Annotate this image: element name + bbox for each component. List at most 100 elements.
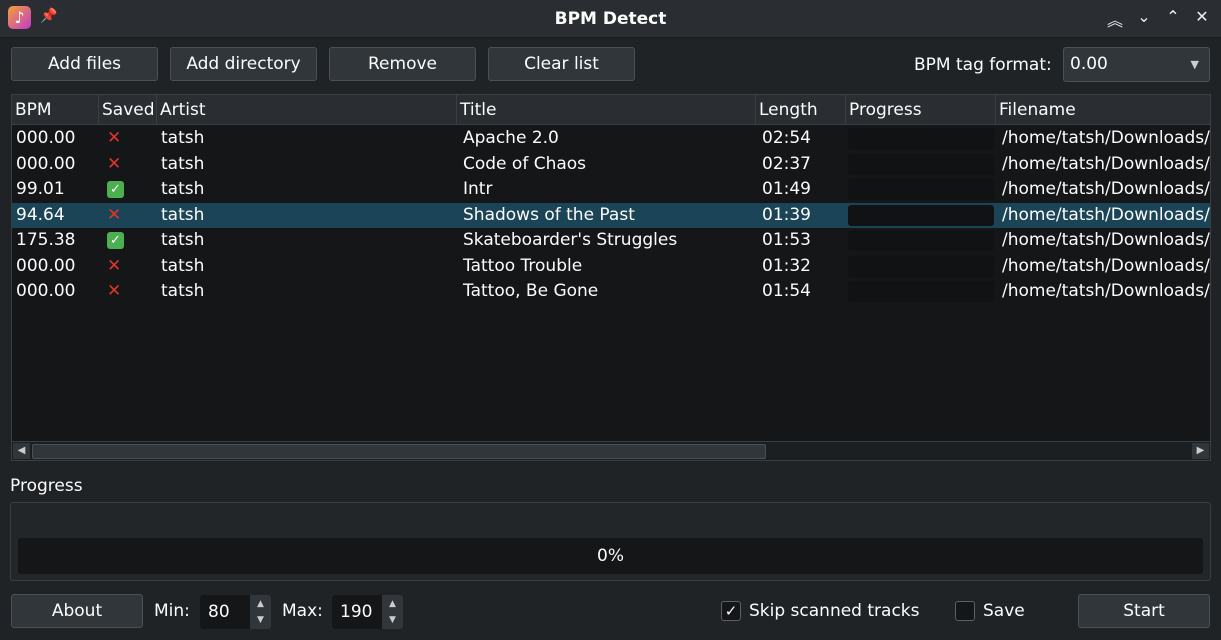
overall-progress-bar: 0% <box>18 538 1203 574</box>
saved-check-icon: ✓ <box>103 228 161 253</box>
cell-filename: /home/tatsh/Downloads/ <box>1002 153 1210 174</box>
max-label: Max: <box>282 601 323 621</box>
cell-filename: /home/tatsh/Downloads/ <box>1002 179 1210 199</box>
title-bar: ♪ 📌 BPM Detect ︽ ⌄ ⌃ ✕ <box>0 0 1221 38</box>
column-header-length[interactable]: Length <box>756 95 846 125</box>
cell-title: Code of Chaos <box>463 153 587 174</box>
minimize-icon[interactable]: ⌄ <box>1135 7 1153 31</box>
cell-title: Tattoo Trouble <box>463 255 583 276</box>
cell-filename: /home/tatsh/Downloads/ <box>1002 204 1210 225</box>
not-saved-x-icon: ✕ <box>107 255 122 276</box>
cell-filename: /home/tatsh/Downloads/ <box>1002 230 1210 250</box>
cell-title: Apache 2.0 <box>463 128 559 148</box>
table-row[interactable]: 000.00 ✕ tatsh Tattoo, Be Gone 01:54/home/ta… <box>12 279 1210 305</box>
track-table[interactable]: BPM Saved Artist Title Length Progress Filenam… <box>11 94 1211 461</box>
progress-label: Progress <box>10 476 83 496</box>
column-header-filename[interactable]: Filename <box>996 95 1210 125</box>
row-progress-bar <box>848 204 994 226</box>
keep-above-icon[interactable]: ︽ <box>1106 7 1124 31</box>
table-row[interactable]: 94.64 ✕ tatsh Shadows of the Past 01:39/home… <box>12 202 1210 228</box>
cell-bpm: 000.00 <box>16 128 76 148</box>
saved-check-icon: ✓ <box>103 177 161 202</box>
cell-length: 01:49 <box>762 179 811 199</box>
cell-artist: tatsh <box>161 153 205 174</box>
cell-bpm: 000.00 <box>16 281 76 301</box>
save-label[interactable]: Save <box>983 601 1025 621</box>
scroll-left-icon[interactable]: ◀ <box>13 443 30 459</box>
add-directory-button[interactable]: Add directory <box>170 47 317 81</box>
checkmark-icon: ✓ <box>724 602 738 620</box>
cell-bpm: 000.00 <box>16 153 76 174</box>
about-button[interactable]: About <box>11 594 143 628</box>
column-header-bpm[interactable]: BPM <box>12 95 99 125</box>
min-label: Min: <box>154 601 190 621</box>
column-header-progress[interactable]: Progress <box>846 95 996 125</box>
not-saved-x-icon: ✕ <box>107 281 122 301</box>
tag-format-value: 0.00 <box>1070 54 1108 74</box>
close-icon[interactable]: ✕ <box>1193 7 1211 31</box>
window-title: BPM Detect <box>554 9 667 29</box>
cell-artist: tatsh <box>161 128 205 148</box>
spin-arrows-icon[interactable]: ▲ ▼ <box>382 595 403 629</box>
table-row[interactable]: 000.00 ✕ tatsh Code of Chaos 02:37/home/tats… <box>12 152 1210 178</box>
table-row[interactable]: 000.00 ✕ tatsh Apache 2.0 02:54/home/tatsh/D… <box>12 126 1210 152</box>
add-files-button[interactable]: Add files <box>11 47 158 81</box>
column-header-saved[interactable]: Saved <box>99 95 157 125</box>
table-row[interactable]: 99.01 ✓ tatsh Intr 01:49/home/tatsh/Download… <box>12 177 1210 203</box>
cell-length: 02:54 <box>762 128 811 148</box>
cell-title: Shadows of the Past <box>463 204 635 225</box>
start-button[interactable]: Start <box>1078 594 1210 628</box>
cell-bpm: 000.00 <box>16 255 76 276</box>
not-saved-x-icon: ✕ <box>107 204 122 225</box>
skip-scanned-label[interactable]: Skip scanned tracks <box>749 601 920 621</box>
column-header-artist[interactable]: Artist <box>157 95 457 125</box>
cell-length: 01:32 <box>762 255 811 276</box>
table-header: BPM Saved Artist Title Length Progress Filenam… <box>12 95 1210 125</box>
not-saved-x-icon: ✕ <box>107 128 122 148</box>
cell-length: 01:53 <box>762 230 811 250</box>
row-progress-bar <box>848 179 994 200</box>
cell-title: Tattoo, Be Gone <box>463 281 599 301</box>
cell-artist: tatsh <box>161 204 205 225</box>
scrollbar-thumb[interactable] <box>32 444 766 459</box>
cell-artist: tatsh <box>161 179 205 199</box>
min-spinbox[interactable]: 80 ▲ ▼ <box>200 595 271 629</box>
row-progress-bar <box>848 281 994 302</box>
not-saved-x-icon: ✕ <box>107 153 122 174</box>
cell-length: 01:39 <box>762 204 811 225</box>
clear-list-button[interactable]: Clear list <box>488 47 635 81</box>
cell-artist: tatsh <box>161 255 205 276</box>
cell-title: Skateboarder's Struggles <box>463 230 678 250</box>
cell-bpm: 99.01 <box>16 179 65 199</box>
cell-filename: /home/tatsh/Downloads/ <box>1002 281 1210 301</box>
tag-format-select[interactable]: 0.00 ▼ <box>1063 47 1210 82</box>
row-progress-bar <box>848 255 994 277</box>
cell-title: Intr <box>463 179 493 199</box>
cell-bpm: 175.38 <box>16 230 76 250</box>
spin-arrows-icon[interactable]: ▲ ▼ <box>250 595 271 629</box>
table-row[interactable]: 000.00 ✕ tatsh Tattoo Trouble 01:32/home/tat… <box>12 254 1210 280</box>
chevron-down-icon: ▼ <box>1190 58 1199 71</box>
cell-filename: /home/tatsh/Downloads/ <box>1002 128 1210 148</box>
tag-format-label: BPM tag format: <box>914 55 1052 75</box>
cell-length: 02:37 <box>762 153 811 174</box>
horizontal-scrollbar[interactable]: ◀ ▶ <box>12 441 1210 460</box>
cell-bpm: 94.64 <box>16 204 65 225</box>
progress-group: 0% <box>10 502 1211 581</box>
cell-artist: tatsh <box>161 281 205 301</box>
table-row[interactable]: 175.38 ✓ tatsh Skateboarder's Struggles 01:5… <box>12 228 1210 254</box>
remove-button[interactable]: Remove <box>329 47 476 81</box>
row-progress-bar <box>848 128 994 149</box>
row-progress-bar <box>848 153 994 175</box>
cell-length: 01:54 <box>762 281 811 301</box>
min-value: 80 <box>208 602 230 622</box>
scroll-right-icon[interactable]: ▶ <box>1192 443 1209 459</box>
skip-scanned-checkbox[interactable]: ✓ <box>721 601 741 621</box>
cell-filename: /home/tatsh/Downloads/ <box>1002 255 1210 276</box>
save-checkbox[interactable] <box>955 601 975 621</box>
maximize-icon[interactable]: ⌃ <box>1164 7 1182 31</box>
max-spinbox[interactable]: 190 ▲ ▼ <box>332 595 403 629</box>
column-header-title[interactable]: Title <box>457 95 756 125</box>
cell-artist: tatsh <box>161 230 205 250</box>
max-value: 190 <box>340 602 373 622</box>
